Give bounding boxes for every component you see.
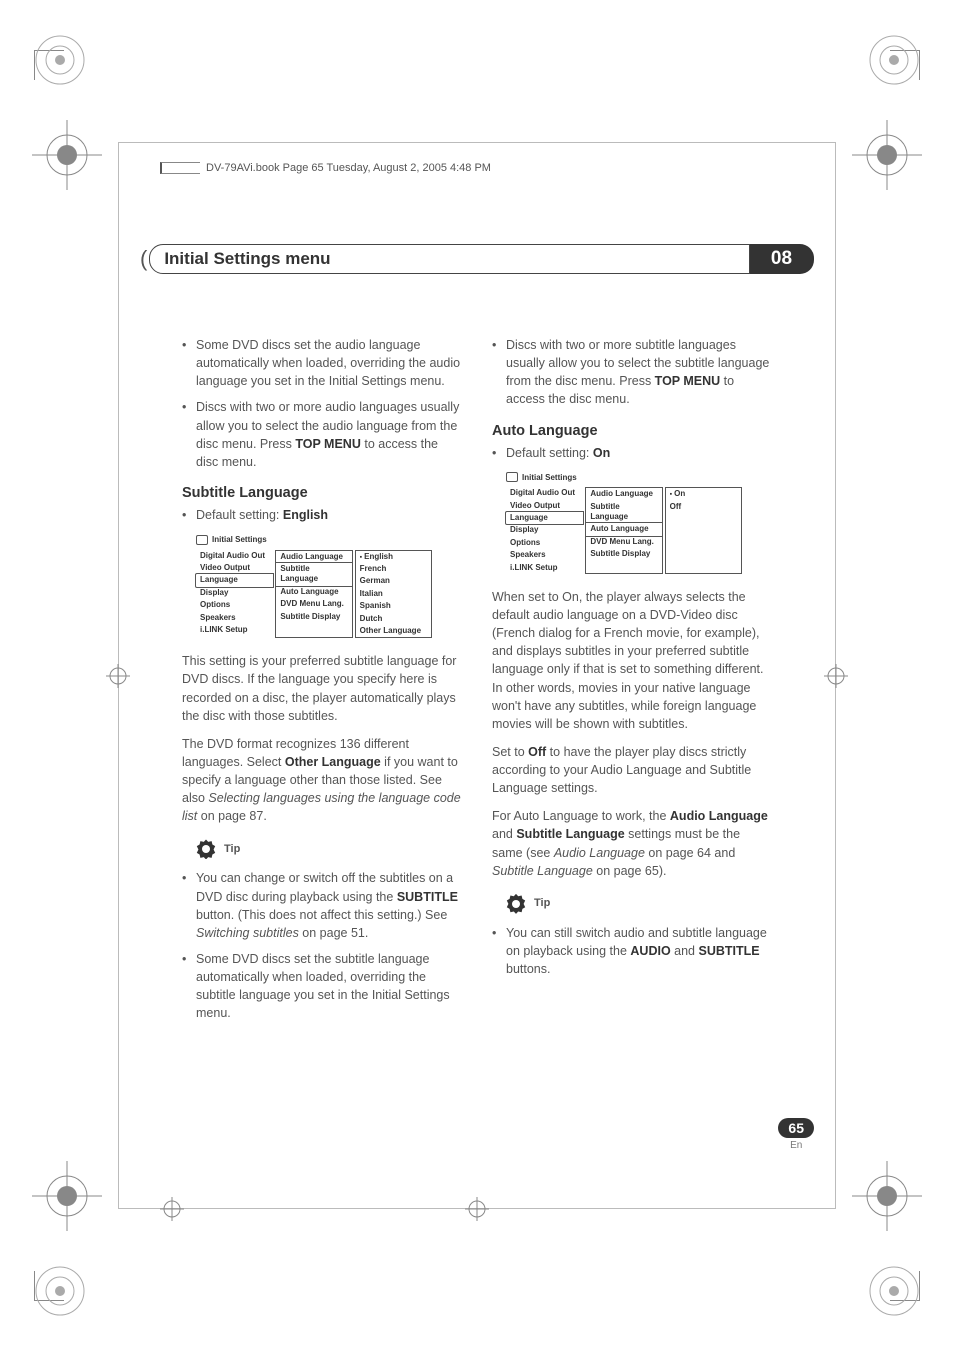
menu-item: Spanish xyxy=(356,600,431,612)
list-item: Some DVD discs set the subtitle language… xyxy=(182,950,462,1023)
default-setting: Default setting: English xyxy=(182,506,462,524)
menu-item: Subtitle Display xyxy=(586,548,661,560)
page-number: 65 En xyxy=(778,1118,814,1151)
rosette-icon xyxy=(30,1261,90,1321)
list-item: Discs with two or more audio languages u… xyxy=(182,398,462,471)
settings-menu-screenshot: Initial Settings Digital Audio OutVideo … xyxy=(506,472,742,574)
menu-item: On xyxy=(666,488,741,500)
menu-item: Display xyxy=(196,587,273,599)
body-text: For Auto Language to work, the Audio Lan… xyxy=(492,807,772,880)
menu-item: Display xyxy=(506,524,583,536)
menu-item: DVD Menu Lang. xyxy=(586,536,661,548)
tip-heading: Tip xyxy=(196,839,462,859)
menu-item: Digital Audio Out xyxy=(506,487,583,499)
tip-label: Tip xyxy=(534,896,550,912)
registration-mark xyxy=(824,664,848,688)
chapter-title: Initial Settings menu xyxy=(149,244,750,274)
tip-bullets: You can still switch audio and subtitle … xyxy=(492,924,772,978)
book-header-text: DV-79AVi.book Page 65 Tuesday, August 2,… xyxy=(206,162,491,174)
menu-item: Language xyxy=(195,573,274,587)
book-icon xyxy=(160,162,200,174)
registration-mark xyxy=(465,1197,489,1221)
menu-item: i.LINK Setup xyxy=(506,562,583,574)
menu-title: Initial Settings xyxy=(196,534,432,546)
menu-item: Subtitle Language xyxy=(586,501,661,524)
menu-item: Other Language xyxy=(356,625,431,637)
page-language: En xyxy=(778,1140,814,1151)
tip-bullets: You can change or switch off the subtitl… xyxy=(182,869,462,1022)
list-item: You can change or switch off the subtitl… xyxy=(182,869,462,942)
tip-label: Tip xyxy=(224,842,240,858)
rosette-icon xyxy=(30,30,90,90)
page-number-badge: 65 xyxy=(778,1118,814,1138)
body-text: This setting is your preferred subtitle … xyxy=(182,652,462,725)
menu-item: Speakers xyxy=(196,612,273,624)
section-title-subtitle-language: Subtitle Language xyxy=(182,483,462,504)
menu-item: DVD Menu Lang. xyxy=(276,598,351,610)
chapter-number: 08 xyxy=(750,244,814,274)
registration-mark xyxy=(32,1161,102,1231)
menu-item: Options xyxy=(196,599,273,611)
body-text: The DVD format recognizes 136 different … xyxy=(182,735,462,826)
menu-item: Italian xyxy=(356,588,431,600)
registration-mark xyxy=(852,1161,922,1231)
tip-heading: Tip xyxy=(506,894,772,914)
list-item: Some DVD discs set the audio language au… xyxy=(182,336,462,390)
right-column: Discs with two or more subtitle language… xyxy=(492,336,772,1032)
menu-item: Subtitle Display xyxy=(276,611,351,623)
menu-item: Subtitle Language xyxy=(275,562,352,587)
registration-mark xyxy=(160,1197,184,1221)
menu-item: Language xyxy=(505,511,584,525)
registration-mark xyxy=(106,664,130,688)
rosette-icon xyxy=(864,30,924,90)
gear-icon xyxy=(506,894,526,914)
registration-mark xyxy=(852,120,922,190)
list-item: Discs with two or more subtitle language… xyxy=(492,336,772,409)
registration-mark xyxy=(32,120,102,190)
settings-menu-screenshot: Initial Settings Digital Audio OutVideo … xyxy=(196,534,432,638)
menu-item: French xyxy=(356,563,431,575)
rosette-icon xyxy=(864,1261,924,1321)
menu-item: Options xyxy=(506,537,583,549)
book-header: DV-79AVi.book Page 65 Tuesday, August 2,… xyxy=(160,162,491,174)
chapter-bar: ( Initial Settings menu 08 xyxy=(140,244,814,274)
menu-item: Off xyxy=(666,501,741,513)
right-top-bullets: Discs with two or more subtitle language… xyxy=(492,336,772,409)
left-column: Some DVD discs set the audio language au… xyxy=(182,336,462,1032)
gear-icon xyxy=(196,839,216,859)
menu-item: Audio Language xyxy=(586,488,661,500)
left-top-bullets: Some DVD discs set the audio language au… xyxy=(182,336,462,471)
menu-item: Speakers xyxy=(506,549,583,561)
menu-title: Initial Settings xyxy=(506,472,742,484)
body-text: Set to Off to have the player play discs… xyxy=(492,743,772,797)
menu-item: English xyxy=(356,551,431,563)
menu-item: Auto Language xyxy=(585,522,662,536)
chapter-lead-paren: ( xyxy=(140,246,147,272)
section-title-auto-language: Auto Language xyxy=(492,421,772,442)
list-item: You can still switch audio and subtitle … xyxy=(492,924,772,978)
default-setting: Default setting: On xyxy=(492,444,772,462)
menu-item: German xyxy=(356,575,431,587)
menu-item: Digital Audio Out xyxy=(196,550,273,562)
body-text: When set to On, the player always select… xyxy=(492,588,772,733)
menu-item: Auto Language xyxy=(276,586,351,598)
menu-item: i.LINK Setup xyxy=(196,624,273,636)
menu-item: Dutch xyxy=(356,613,431,625)
